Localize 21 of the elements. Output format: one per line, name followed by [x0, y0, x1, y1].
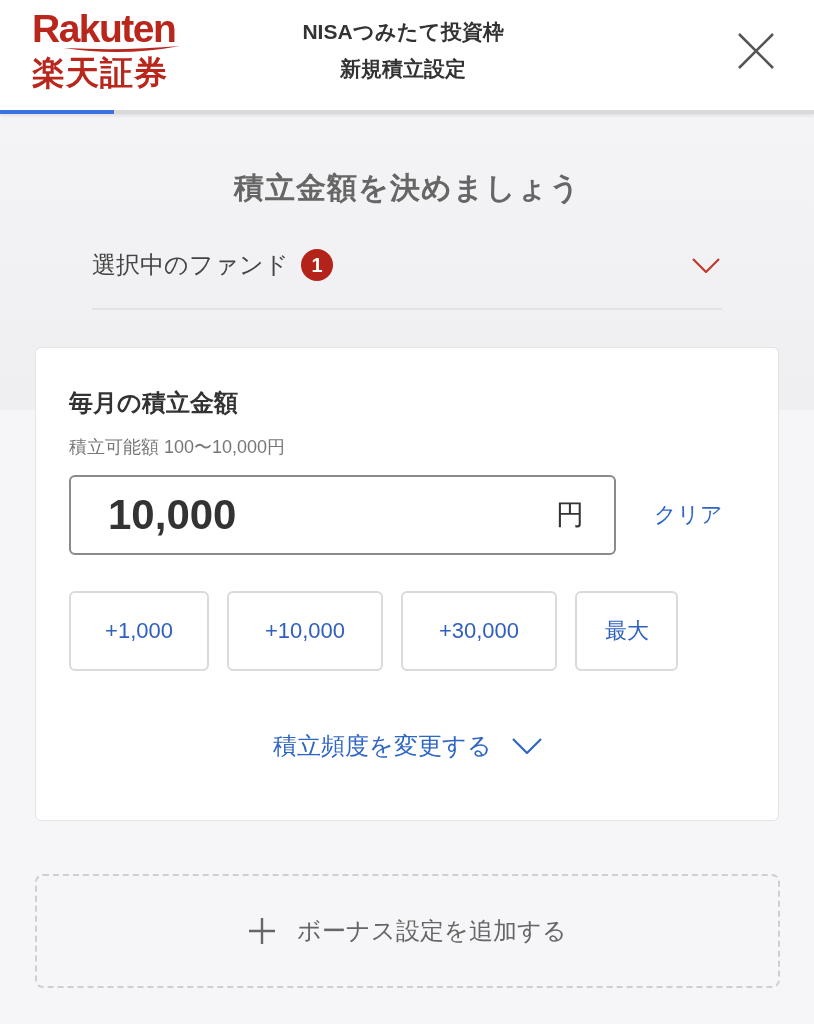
card-title: 毎月の積立金額: [69, 388, 238, 418]
add-bonus-button[interactable]: ボーナス設定を追加する: [35, 874, 780, 988]
frequency-link[interactable]: 積立頻度を変更する: [272, 730, 542, 762]
fund-selector[interactable]: 選択中のファンド 1: [92, 237, 722, 293]
unit-label: 円: [556, 499, 584, 531]
close-icon: [738, 33, 774, 69]
section-heading: 積立金額を決めましょう: [233, 170, 581, 206]
clear-link[interactable]: クリア: [654, 500, 723, 530]
page-title: 新規積立設定: [340, 56, 466, 82]
quick-add-button[interactable]: +1,000: [69, 591, 209, 671]
fund-label: 選択中のファンド: [92, 250, 289, 280]
quick-add-button[interactable]: +30,000: [401, 591, 557, 671]
quick-add-button[interactable]: +10,000: [227, 591, 383, 671]
logo-wordmark: Rakuten: [32, 10, 176, 47]
plus-icon: [248, 918, 275, 944]
count-badge: 1: [301, 249, 333, 281]
page-title: NISAつみたて投資枠: [302, 19, 504, 45]
range-hint: 積立可能額 100〜10,000円: [69, 436, 286, 459]
quick-add-button[interactable]: 最大: [575, 591, 678, 671]
logo-name: 楽天証券: [32, 53, 168, 92]
close-button[interactable]: [738, 33, 774, 69]
